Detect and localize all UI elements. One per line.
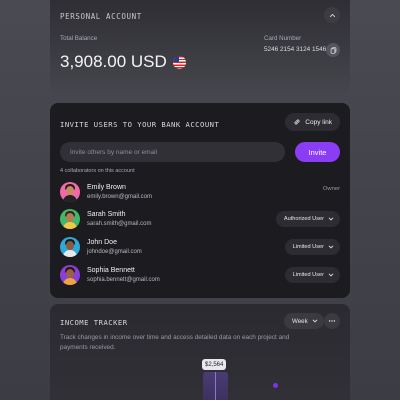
avatar (60, 237, 80, 257)
collaborator-name: Sophia Bennett (87, 267, 135, 274)
chevron-down-icon (328, 273, 334, 277)
collaborator-email: sophia.bennett@gmail.com (87, 277, 160, 283)
balance-value: 3,908.00 USD (60, 52, 186, 72)
invite-users-card: INVITE USERS TO YOUR BANK ACCOUNT Copy l… (50, 103, 350, 298)
role-dropdown[interactable]: Limited User (284, 239, 340, 255)
chevron-down-icon (328, 245, 334, 249)
role-label: Limited User (292, 272, 324, 278)
collapse-button[interactable] (324, 7, 340, 23)
income-data-point[interactable] (273, 383, 278, 388)
copy-link-label: Copy link (305, 118, 332, 126)
role-dropdown[interactable]: Limited User (284, 267, 340, 283)
link-icon (294, 119, 300, 125)
income-tracker-title: INCOME TRACKER (60, 318, 128, 327)
personal-account-title: PERSONAL ACCOUNT (60, 12, 142, 21)
income-tracker-card: INCOME TRACKER Week Track changes in inc… (50, 304, 350, 400)
more-horizontal-icon (328, 320, 336, 322)
chevron-up-icon (329, 13, 335, 17)
collaborator-email: emily.brown@gmail.com (87, 194, 152, 200)
collaborator-row: Sarah Smith sarah.smith@gmail.com Author… (60, 209, 340, 233)
collaborators-count: 4 collaborators on this account (60, 168, 135, 174)
period-label: Week (292, 317, 308, 325)
balance-amount: 3,908.00 USD (60, 52, 167, 71)
collaborator-row: Emily Brown emily.brown@gmail.com Owner (60, 182, 340, 206)
role-label: Limited User (292, 244, 324, 250)
income-description: Track changes in income over time and ac… (60, 334, 290, 351)
card-number-label: Card Number (264, 35, 302, 42)
invite-button[interactable]: Invite (295, 142, 340, 162)
income-bar-indicator (215, 372, 216, 400)
collaborator-name: Sarah Smith (87, 211, 126, 218)
role-label: Authorized User (283, 216, 324, 222)
owner-label: Owner (322, 186, 340, 192)
more-options-button[interactable] (324, 313, 340, 329)
chevron-down-icon (328, 217, 334, 221)
collaborator-name: Emily Brown (87, 184, 126, 191)
card-number-value: 5246 2154 3124 1546 (264, 46, 327, 53)
period-dropdown[interactable]: Week (284, 313, 324, 329)
personal-account-card: PERSONAL ACCOUNT Total Balance 3,908.00 … (50, 0, 350, 95)
avatar (60, 182, 80, 202)
chevron-down-icon (312, 319, 317, 323)
collaborator-email: sarah.smith@gmail.com (87, 221, 152, 227)
copy-link-button[interactable]: Copy link (285, 113, 340, 131)
collaborator-row: John Doe johndoe@gmail.com Limited User (60, 237, 340, 261)
collaborator-row: Sophia Bennett sophia.bennett@gmail.com … (60, 265, 340, 289)
collaborator-email: johndoe@gmail.com (87, 249, 142, 255)
invite-search-input[interactable] (60, 142, 285, 162)
copy-card-number-button[interactable] (326, 43, 340, 57)
avatar (60, 265, 80, 285)
copy-icon (330, 46, 336, 54)
avatar (60, 209, 80, 229)
collaborator-name: John Doe (87, 239, 117, 246)
role-dropdown[interactable]: Authorized User (275, 211, 340, 227)
us-flag-icon (172, 55, 186, 69)
invite-title: INVITE USERS TO YOUR BANK ACCOUNT (60, 120, 220, 129)
total-balance-label: Total Balance (60, 35, 98, 42)
income-tooltip: $2,564 (202, 359, 227, 370)
